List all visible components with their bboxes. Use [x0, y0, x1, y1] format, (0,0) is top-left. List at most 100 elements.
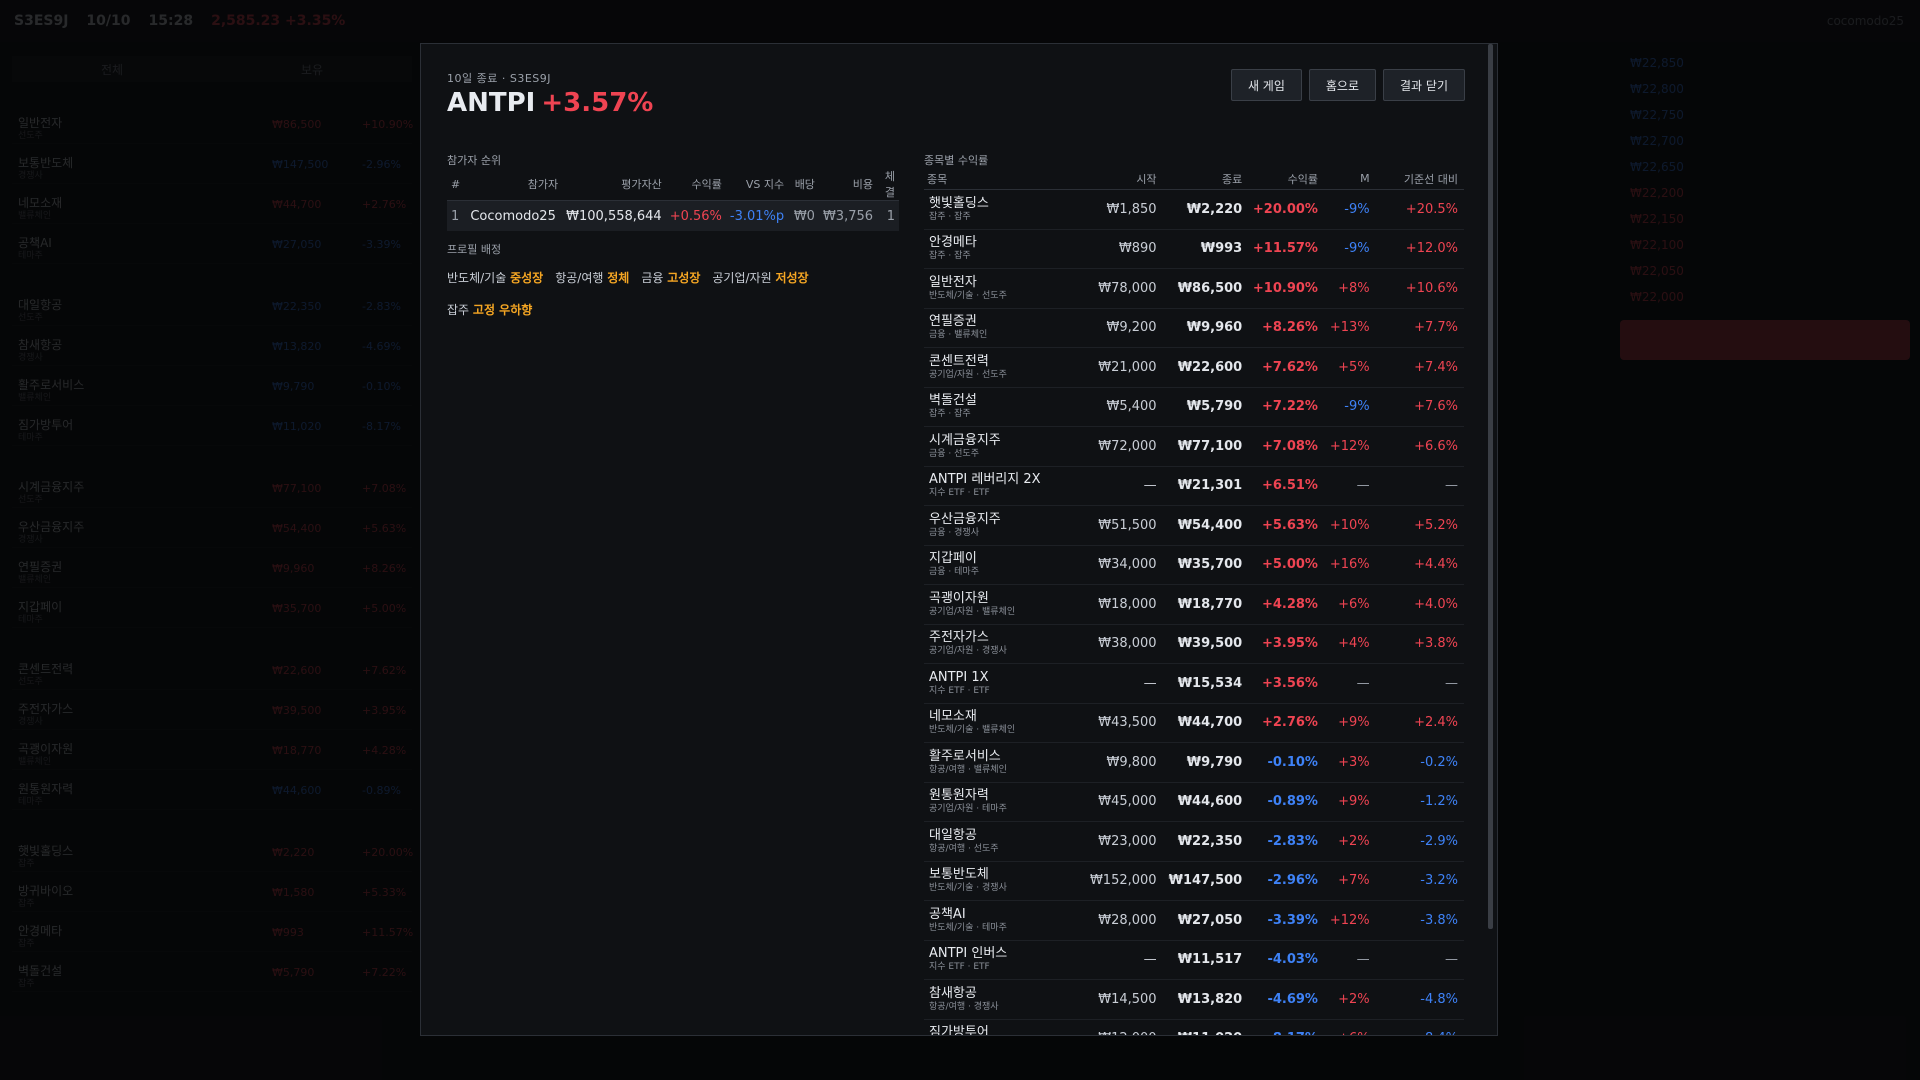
start-price: — — [1077, 466, 1163, 506]
start-price: ₩21,000 — [1077, 347, 1163, 388]
stock-cell: 햇빛홀딩스 잡주 · 잡주 — [924, 189, 1078, 230]
end-price: ₩993 — [1162, 229, 1249, 269]
stock-row[interactable]: 벽돌건설 잡주 · 잡주 ₩5,400 ₩5,790 +7.22% -9% +7.6% — [924, 387, 1464, 427]
start-price: ₩72,000 — [1077, 426, 1163, 467]
vs-baseline-cell: +7.7% — [1375, 308, 1464, 348]
stock-category: 잡주 · 잡주 — [929, 211, 971, 222]
stock-cell: 원통원자력 공기업/자원 · 테마주 — [924, 782, 1078, 822]
col-rank: # — [447, 168, 467, 201]
momentum-cell: — — [1323, 466, 1376, 506]
end-price: ₩13,820 — [1162, 979, 1249, 1020]
result-modal: 10일 종료 · S3ES9J ANTPI +3.57% 새 게임 홈으로 결과 … — [420, 43, 1498, 1036]
stock-row[interactable]: 대일항공 항공/여행 · 선도주 ₩23,000 ₩22,350 -2.83% +2% -2… — [924, 821, 1464, 862]
start-price: ₩43,500 — [1077, 703, 1163, 743]
stock-row[interactable]: 곡괭이자원 공기업/자원 · 밸류체인 ₩18,000 ₩18,770 +4.28% +6… — [924, 584, 1464, 625]
end-price: ₩39,500 — [1162, 624, 1249, 664]
start-price: ₩152,000 — [1077, 861, 1163, 901]
stock-category: 반도체/기술 · 선도주 — [929, 290, 1007, 301]
momentum-cell: +4% — [1323, 624, 1376, 664]
return-cell: +8.26% — [1248, 308, 1324, 348]
vs-baseline-cell: +7.4% — [1375, 347, 1464, 388]
stock-row[interactable]: 연필증권 금융 · 밸류체인 ₩9,200 ₩9,960 +8.26% +13% +7.7% — [924, 308, 1464, 348]
stock-row[interactable]: 원통원자력 공기업/자원 · 테마주 ₩45,000 ₩44,600 -0.89% +9%… — [924, 782, 1464, 822]
return-cell: +5.00% — [1248, 545, 1324, 585]
start-price: ₩78,000 — [1077, 268, 1163, 309]
modal-scrollbar[interactable] — [1488, 44, 1493, 929]
stock-row[interactable]: 안경메타 잡주 · 잡주 ₩890 ₩993 +11.57% -9% +12.0% — [924, 229, 1464, 269]
momentum-cell: +12% — [1323, 426, 1376, 467]
col-end: 종료 — [1162, 168, 1249, 190]
stock-row[interactable]: ANTPI 1X 지수 ETF · ETF — ₩15,534 +3.56% — — — [924, 663, 1464, 704]
stock-cell: 주전자가스 공기업/자원 · 경쟁사 — [924, 624, 1078, 664]
stock-name: 곡괭이자원 — [929, 590, 989, 606]
stock-category: 지수 ETF · ETF — [929, 685, 990, 696]
stock-row[interactable]: 주전자가스 공기업/자원 · 경쟁사 ₩38,000 ₩39,500 +3.95% +4%… — [924, 624, 1464, 664]
stock-cell: 네모소재 반도체/기술 · 밸류체인 — [924, 703, 1078, 743]
new-game-button[interactable]: 새 게임 — [1230, 69, 1302, 101]
rank-cell: 1 — [447, 200, 467, 231]
stock-row[interactable]: 네모소재 반도체/기술 · 밸류체인 ₩43,500 ₩44,700 +2.76% +9%… — [924, 703, 1464, 743]
return-cell: -4.69% — [1248, 979, 1324, 1020]
stock-row[interactable]: 햇빛홀딩스 잡주 · 잡주 ₩1,850 ₩2,220 +20.00% -9% +20.5% — [924, 189, 1464, 230]
stock-name: 짐가방투어 — [929, 1025, 989, 1036]
modal-actions: 새 게임 홈으로 결과 닫기 — [1230, 69, 1465, 101]
momentum-cell: — — [1323, 663, 1376, 704]
stock-category: 공기업/자원 · 선도주 — [929, 369, 1007, 380]
stock-name: ANTPI 레버리지 2X — [929, 472, 1041, 488]
end-price: ₩22,600 — [1162, 347, 1249, 388]
start-price: ₩28,000 — [1077, 900, 1163, 941]
stock-name: 공책AI — [929, 906, 966, 922]
participants-label: 참가자 순위 — [447, 154, 502, 167]
stock-row[interactable]: 시계금융지주 금융 · 선도주 ₩72,000 ₩77,100 +7.08% +12% +6… — [924, 426, 1464, 467]
profile-state: 저성장 — [775, 271, 809, 285]
stock-category: 반도체/기술 · 밸류체인 — [929, 725, 1016, 736]
stock-name: 보통반도체 — [929, 867, 989, 883]
stock-row[interactable]: ANTPI 레버리지 2X 지수 ETF · ETF — ₩21,301 +6.51% —… — [924, 466, 1464, 506]
return-cell: -3.39% — [1248, 900, 1324, 941]
return-cell: -8.17% — [1248, 1019, 1324, 1035]
vs-baseline-cell: — — [1375, 466, 1464, 506]
return-cell: -4.03% — [1248, 940, 1324, 980]
participants-table: # 참가자 평가자산 수익률 VS 지수 배당 비용 체결 1 Cocomodo2… — [447, 168, 899, 231]
stock-row[interactable]: 콘센트전력 공기업/자원 · 선도주 ₩21,000 ₩22,600 +7.62% +5%… — [924, 347, 1464, 388]
end-price: ₩77,100 — [1162, 426, 1249, 467]
stock-row[interactable]: 보통반도체 반도체/기술 · 경쟁사 ₩152,000 ₩147,500 -2.96% +… — [924, 861, 1464, 901]
stock-returns-table: 종목 시작 종료 수익률 M 기준선 대비 햇빛홀딩스 잡주 · 잡주 ₩1,850… — [924, 168, 1464, 1036]
dividend-cell: ₩0 — [788, 200, 819, 231]
stock-cell: 활주로서비스 항공/여행 · 밸류체인 — [924, 742, 1078, 783]
stock-category: 잡주 · 잡주 — [929, 409, 971, 420]
assets-cell: ₩100,558,644 — [562, 200, 666, 231]
return-cell: +5.63% — [1248, 505, 1324, 546]
close-results-button[interactable]: 결과 닫기 — [1383, 69, 1465, 101]
vs-baseline-cell: -2.9% — [1375, 821, 1464, 862]
vs-baseline-cell: +6.6% — [1375, 426, 1464, 467]
stock-row[interactable]: 활주로서비스 항공/여행 · 밸류체인 ₩9,800 ₩9,790 -0.10% +3% -… — [924, 742, 1464, 783]
col-return: 수익률 — [665, 168, 726, 201]
vs-baseline-cell: +2.4% — [1375, 703, 1464, 743]
stock-row[interactable]: ANTPI 인버스 지수 ETF · ETF — ₩11,517 -4.03% — — — [924, 940, 1464, 980]
stock-row[interactable]: 일반전자 반도체/기술 · 선도주 ₩78,000 ₩86,500 +10.90% +8%… — [924, 268, 1464, 309]
momentum-cell: +9% — [1323, 782, 1376, 822]
return-cell: +11.57% — [1248, 229, 1324, 269]
stock-category: 항공/여행 · 경쟁사 — [929, 1001, 999, 1012]
stock-cell: 참새항공 항공/여행 · 경쟁사 — [924, 979, 1078, 1020]
fills-cell: 1 — [877, 200, 899, 231]
home-button[interactable]: 홈으로 — [1308, 69, 1377, 101]
stock-name: 우산금융지주 — [929, 511, 1001, 527]
end-price: ₩27,050 — [1162, 900, 1249, 941]
stock-row[interactable]: 공책AI 반도체/기술 · 테마주 ₩28,000 ₩27,050 -3.39% +12%… — [924, 900, 1464, 941]
stock-row[interactable]: 참새항공 항공/여행 · 경쟁사 ₩14,500 ₩13,820 -4.69% +2% -4… — [924, 979, 1464, 1020]
participant-row[interactable]: 1 Cocomodo25 ₩100,558,644 +0.56% -3.01%p ₩0 ₩3… — [447, 200, 899, 231]
profile-sector: 반도체/기술 — [447, 271, 507, 285]
jabju-profile: 잡주 고정 우하향 — [447, 301, 532, 318]
start-price: ₩5,400 — [1077, 387, 1163, 427]
stock-row[interactable]: 우산금융지주 금융 · 경쟁사 ₩51,500 ₩54,400 +5.63% +10% +5… — [924, 505, 1464, 546]
vs-baseline-cell: — — [1375, 940, 1464, 980]
stock-row[interactable]: 지갑페이 금융 · 테마주 ₩34,000 ₩35,700 +5.00% +16% +4.4… — [924, 545, 1464, 585]
stock-row[interactable]: 짐가방투어항공/여행 · 테마주₩12,000₩11,020-8.17%+6%-… — [924, 1019, 1464, 1036]
vs-baseline-cell: -1.2% — [1375, 782, 1464, 822]
return-cell: -0.89% — [1248, 782, 1324, 822]
return-cell: +3.56% — [1248, 663, 1324, 704]
momentum-cell: +2% — [1323, 979, 1376, 1020]
stock-cell: 일반전자 반도체/기술 · 선도주 — [924, 268, 1078, 309]
